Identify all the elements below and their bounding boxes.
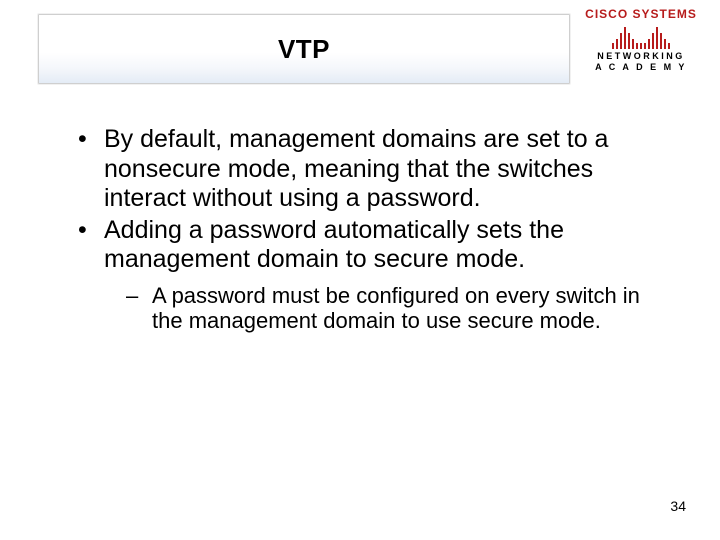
sub-bullet-list: A password must be configured on every s… bbox=[104, 283, 660, 335]
sub-bullet-item: A password must be configured on every s… bbox=[104, 283, 660, 335]
bullet-item: By default, management domains are set t… bbox=[72, 125, 660, 214]
sub-bullet-text: A password must be configured on every s… bbox=[152, 283, 640, 334]
page-number: 34 bbox=[670, 498, 686, 514]
cisco-logo: CISCO SYSTEMS NETWORKING A C A D E M Y bbox=[580, 8, 702, 86]
logo-sub-line2: A C A D E M Y bbox=[580, 62, 702, 73]
bullet-item: Adding a password automatically sets the… bbox=[72, 216, 660, 335]
bullet-text: By default, management domains are set t… bbox=[104, 125, 608, 212]
logo-sub-line1: NETWORKING bbox=[580, 51, 702, 62]
cisco-bridge-icon bbox=[580, 23, 702, 49]
bullet-text: Adding a password automatically sets the… bbox=[104, 216, 564, 274]
title-box: VTP bbox=[38, 14, 570, 84]
slide: VTP CISCO SYSTEMS NETWORKING A C A D E M… bbox=[0, 0, 720, 540]
content-area: By default, management domains are set t… bbox=[72, 125, 660, 336]
logo-brand-text: CISCO SYSTEMS bbox=[580, 8, 702, 21]
bullet-list: By default, management domains are set t… bbox=[72, 125, 660, 334]
slide-title: VTP bbox=[278, 34, 330, 65]
